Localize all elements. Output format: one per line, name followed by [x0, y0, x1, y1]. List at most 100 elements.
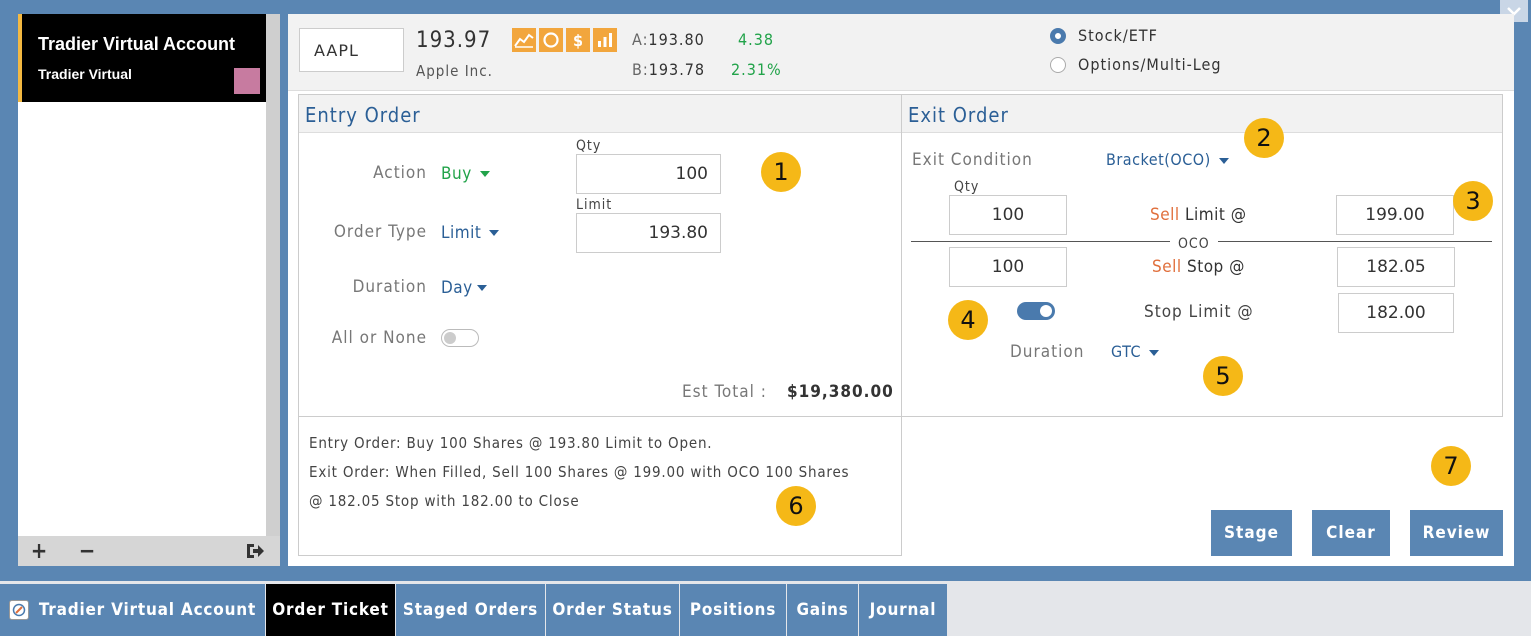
- exit-qty-limit-input[interactable]: 100: [949, 195, 1067, 235]
- sell-word: Sell: [1150, 205, 1180, 225]
- all-or-none-label: All or None: [331, 328, 427, 348]
- exit-duration-label: Duration: [1010, 342, 1085, 362]
- callout-badge-7: 7: [1431, 446, 1471, 486]
- oco-label: OCO: [1170, 236, 1218, 252]
- exit-duration-dropdown[interactable]: GTC: [1111, 342, 1159, 361]
- tab-order-ticket[interactable]: Order Ticket: [266, 584, 396, 636]
- add-account-button[interactable]: +: [26, 536, 52, 566]
- caret-down-icon: [489, 230, 500, 236]
- limit-label: Limit: [576, 197, 613, 213]
- account-panel-footer: + −: [18, 536, 280, 566]
- logout-button[interactable]: [242, 536, 268, 566]
- caret-down-icon: [1218, 157, 1229, 164]
- ask-price: 193.80: [648, 30, 705, 49]
- bottom-tab-bar: Tradier Virtual Account Order Ticket Sta…: [0, 581, 1531, 636]
- account-panel: Tradier Virtual Account Tradier Virtual …: [18, 14, 280, 566]
- ask-quote: A:193.80: [632, 30, 705, 49]
- plus-icon: +: [30, 538, 48, 564]
- tab-gains[interactable]: Gains: [787, 584, 859, 636]
- order-type-value: Limit: [441, 223, 482, 243]
- toggle-knob: [1040, 305, 1052, 317]
- minus-icon: −: [78, 538, 96, 564]
- remove-account-button[interactable]: −: [74, 536, 100, 566]
- tab-staged-orders[interactable]: Staged Orders: [396, 584, 546, 636]
- limit-at-text: Limit @: [1184, 205, 1247, 225]
- stock-radio[interactable]: [1050, 27, 1066, 44]
- entry-qty-input[interactable]: 100: [576, 154, 721, 194]
- options-radio[interactable]: [1050, 56, 1066, 73]
- callout-badge-5: 5: [1203, 356, 1243, 396]
- callout-badge-2: 2: [1244, 118, 1284, 158]
- all-or-none-toggle[interactable]: [441, 329, 479, 347]
- stop-at-text: Stop @: [1186, 257, 1245, 277]
- tab-journal[interactable]: Journal: [859, 584, 948, 636]
- price-change-percent: 2.31%: [731, 60, 782, 79]
- app-logo-icon: [8, 600, 29, 620]
- sell-limit-label: Sell Limit @: [1150, 205, 1247, 225]
- stop-limit-toggle[interactable]: [1017, 302, 1055, 320]
- options-radio-label: Options/Multi-Leg: [1078, 55, 1222, 74]
- tab-order-status[interactable]: Order Status: [546, 584, 680, 636]
- circle-icon[interactable]: [539, 28, 563, 52]
- caret-down-icon: [479, 171, 490, 177]
- entry-order-title: Entry Order: [299, 95, 901, 133]
- stage-button[interactable]: Stage: [1211, 510, 1292, 556]
- ask-label: A:: [632, 30, 649, 49]
- summary-line-1: Entry Order: Buy 100 Shares @ 193.80 Lim…: [309, 434, 713, 452]
- callout-badge-6: 6: [776, 486, 816, 526]
- tab-account[interactable]: Tradier Virtual Account: [0, 584, 266, 636]
- logout-icon: [247, 544, 264, 558]
- bid-quote: B:193.78: [632, 60, 705, 79]
- exit-condition-dropdown[interactable]: Bracket(OCO): [1106, 150, 1229, 169]
- exit-stop-price-input[interactable]: 182.05: [1337, 247, 1455, 287]
- sell-word: Sell: [1152, 257, 1182, 277]
- callout-badge-4: 4: [948, 300, 988, 340]
- review-button[interactable]: Review: [1410, 510, 1503, 556]
- duration-label: Duration: [352, 277, 427, 297]
- order-type-dropdown[interactable]: Limit: [441, 223, 500, 243]
- exit-duration-value: GTC: [1111, 342, 1141, 361]
- exit-condition-value: Bracket(OCO): [1106, 150, 1211, 169]
- summary-line-2: Exit Order: When Filled, Sell 100 Shares…: [309, 463, 850, 481]
- callout-badge-3: 3: [1453, 181, 1493, 221]
- entry-limit-input[interactable]: 193.80: [576, 213, 721, 253]
- account-subtitle: Tradier Virtual: [38, 66, 132, 82]
- order-ticket-panel: AAPL 193.97 Apple Inc. $ A:193.80 B:193.…: [288, 14, 1514, 566]
- mode-stock-option[interactable]: Stock/ETF: [1050, 26, 1158, 45]
- caret-down-icon: [476, 285, 487, 291]
- clear-button[interactable]: Clear: [1312, 510, 1390, 556]
- symbol-input[interactable]: AAPL: [299, 28, 404, 72]
- action-dropdown[interactable]: Buy: [441, 164, 490, 184]
- exit-qty-stop-input[interactable]: 100: [949, 247, 1067, 287]
- order-summary: Entry Order: Buy 100 Shares @ 193.80 Lim…: [309, 429, 849, 516]
- stock-radio-label: Stock/ETF: [1078, 26, 1158, 45]
- qty-label: Qty: [576, 138, 602, 154]
- est-total-label: Est Total :: [682, 382, 767, 402]
- exit-stop-limit-input[interactable]: 182.00: [1338, 293, 1454, 333]
- exit-limit-price-input[interactable]: 199.00: [1336, 195, 1454, 235]
- sell-stop-label: Sell Stop @: [1152, 257, 1245, 277]
- account-color-swatch[interactable]: [234, 68, 260, 94]
- order-summary-panel: Entry Order: Buy 100 Shares @ 193.80 Lim…: [298, 416, 902, 556]
- exit-qty-label: Qty: [954, 179, 980, 195]
- tab-positions[interactable]: Positions: [680, 584, 787, 636]
- dollar-icon[interactable]: $: [566, 28, 590, 52]
- mode-options-option[interactable]: Options/Multi-Leg: [1050, 55, 1222, 74]
- callout-badge-1: 1: [761, 152, 801, 192]
- account-name: Tradier Virtual Account: [38, 34, 236, 54]
- account-panel-scrollbar[interactable]: [266, 14, 280, 536]
- bid-label: B:: [632, 60, 649, 79]
- order-type-label: Order Type: [333, 222, 427, 242]
- est-total-value: $19,380.00: [787, 382, 894, 402]
- bid-price: 193.78: [648, 60, 706, 79]
- last-price: 193.97: [416, 28, 492, 53]
- action-value: Buy: [441, 164, 472, 184]
- price-change: 4.38: [738, 30, 775, 49]
- chart-icon[interactable]: [512, 28, 536, 52]
- duration-dropdown[interactable]: Day: [441, 278, 487, 298]
- account-card[interactable]: Tradier Virtual Account Tradier Virtual: [18, 14, 266, 102]
- toggle-knob: [444, 332, 456, 344]
- stop-limit-label: Stop Limit @: [1144, 302, 1254, 322]
- bar-chart-icon[interactable]: [593, 28, 617, 52]
- duration-value: Day: [441, 278, 473, 298]
